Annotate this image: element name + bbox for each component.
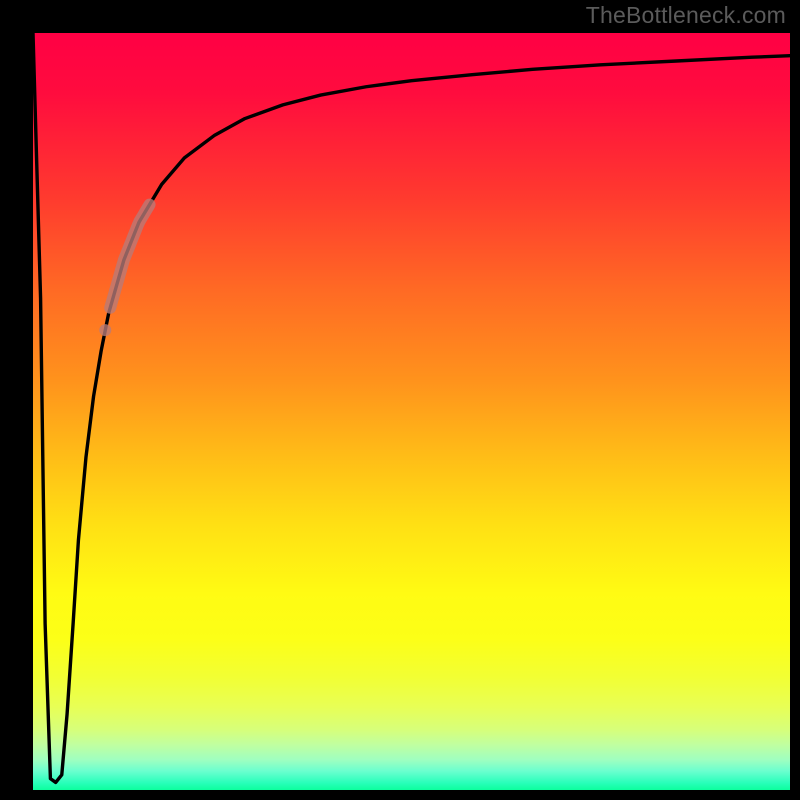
chart-container: TheBottleneck.com	[0, 0, 800, 800]
highlight-segment-minor	[99, 324, 111, 336]
curve-layer	[33, 33, 790, 790]
watermark-text: TheBottleneck.com	[586, 2, 786, 29]
bottleneck-curve	[33, 33, 790, 782]
highlight-segment-major	[110, 205, 149, 308]
plot-area	[33, 33, 790, 790]
